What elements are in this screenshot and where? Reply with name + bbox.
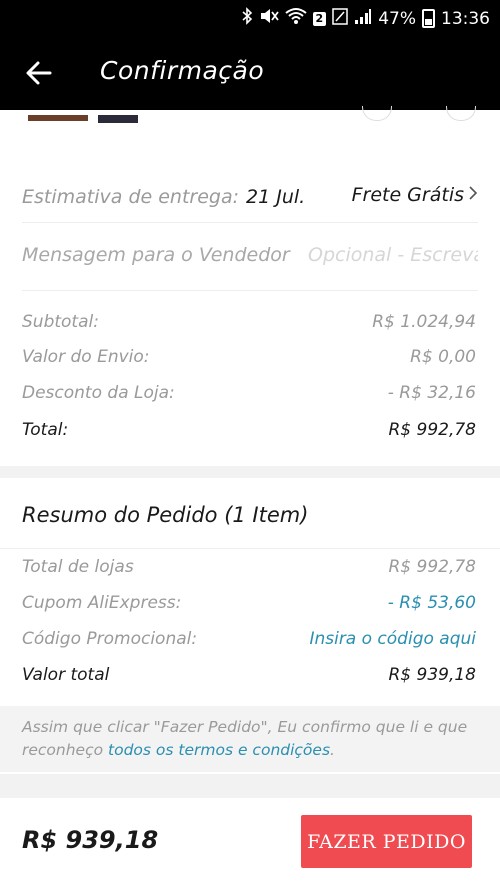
wifi-icon — [284, 7, 307, 30]
divider — [22, 290, 478, 291]
status-bar: 2 47% 13:36 — [0, 0, 500, 36]
delivery-estimate-date: 21 Jul. — [246, 186, 306, 208]
seller-message-label: Mensagem para o Vendedor — [22, 244, 290, 266]
delivery-estimate-label: Estimativa de entrega: — [22, 186, 240, 208]
store-total-value: R$ 992,78 — [388, 420, 476, 440]
section-separator — [0, 466, 500, 478]
checkout-total: R$ 939,18 — [22, 826, 159, 854]
shipping-cost-value: R$ 0,00 — [410, 347, 476, 367]
coupon-label: Cupom AliExpress: — [22, 593, 182, 613]
mute-icon — [259, 7, 279, 30]
terms-text-end: . — [330, 741, 335, 759]
store-discount-value: - R$ 32,16 — [387, 383, 476, 403]
divider — [0, 548, 500, 549]
store-discount-label: Desconto da Loja: — [22, 383, 175, 403]
shipping-option-label: Frete Grátis — [351, 184, 464, 206]
stores-total-label: Total de lojas — [22, 557, 134, 577]
signal-icon — [354, 7, 372, 30]
subtotal-label: Subtotal: — [22, 312, 99, 332]
shipping-cost-label: Valor do Envio: — [22, 347, 150, 367]
sim-badge: 2 — [312, 11, 327, 26]
page-title: Confirmação — [100, 56, 265, 85]
clock: 13:36 — [441, 8, 490, 29]
app-bar: Confirmação — [0, 36, 500, 110]
terms-notice: Assim que clicar "Fazer Pedido", Eu conf… — [0, 706, 500, 772]
product-thumbnail — [28, 110, 143, 123]
store-total-label: Total: — [22, 420, 69, 440]
sim-card-icon — [332, 7, 348, 30]
chevron-right-icon — [468, 184, 478, 206]
section-separator — [0, 774, 500, 798]
quantity-plus-button[interactable] — [446, 106, 476, 121]
order-summary-title: Resumo do Pedido (1 Item) — [22, 503, 309, 527]
shipping-option-selector[interactable]: Frete Grátis — [352, 184, 478, 206]
grand-total-value: R$ 939,18 — [388, 665, 476, 685]
divider — [22, 222, 478, 223]
terms-notice-text: Assim que clicar "Fazer Pedido", Eu conf… — [22, 716, 480, 762]
stores-total-value: R$ 992,78 — [388, 557, 476, 577]
seller-message-input[interactable]: Opcional - Escreva — [308, 244, 478, 266]
terms-link[interactable]: todos os termos e condições — [108, 741, 330, 759]
status-icons: 2 47% 13:36 — [241, 7, 490, 30]
coupon-value[interactable]: - R$ 53,60 — [388, 593, 476, 613]
subtotal-value: R$ 1.024,94 — [372, 312, 476, 332]
back-arrow-icon[interactable] — [22, 56, 56, 90]
battery-percent: 47% — [378, 8, 416, 29]
promo-code-label: Código Promocional: — [22, 629, 198, 649]
bluetooth-icon — [241, 7, 253, 30]
quantity-minus-button[interactable] — [362, 106, 392, 121]
promo-code-input-link[interactable]: Insira o código aqui — [309, 629, 476, 649]
checkout-bar: R$ 939,18 FAZER PEDIDO — [0, 798, 500, 889]
place-order-button[interactable]: FAZER PEDIDO — [301, 815, 472, 868]
battery-icon — [422, 9, 435, 28]
grand-total-label: Valor total — [22, 665, 110, 685]
